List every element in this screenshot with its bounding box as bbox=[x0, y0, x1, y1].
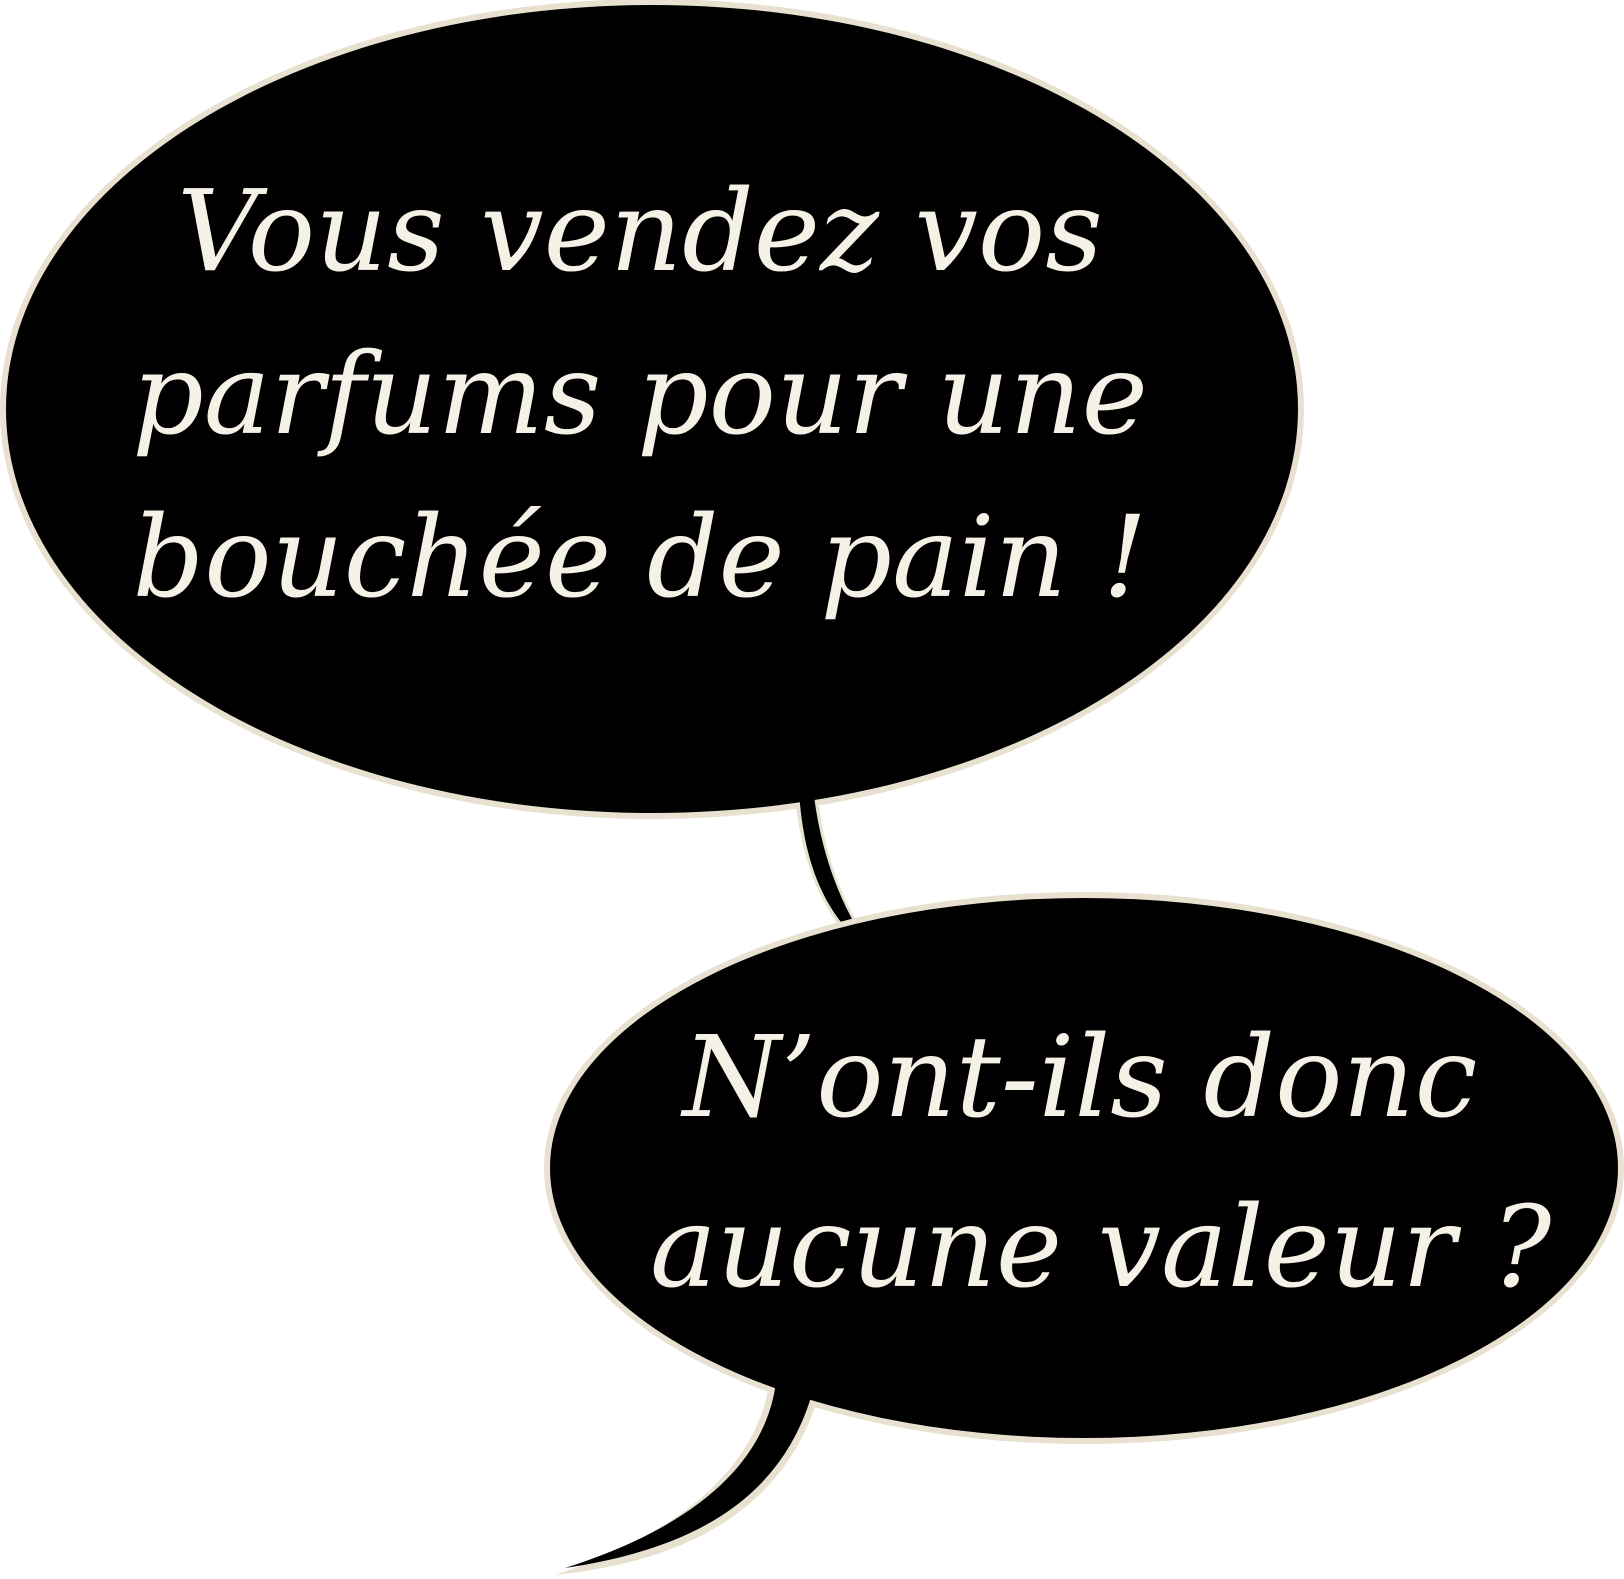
top-bubble-line-2: parfums pour une bbox=[132, 330, 1148, 460]
bottom-bubble-text: N’ont-ils donc aucune valeur ? bbox=[650, 1013, 1552, 1313]
top-bubble-line-1: Vous vendez vos bbox=[177, 167, 1103, 297]
top-bubble-text: Vous vendez vos parfums pour une bouchée… bbox=[130, 176, 1150, 614]
bottom-bubble-line-2: aucune valeur ? bbox=[650, 1183, 1552, 1313]
bottom-bubble-line-1: N’ont-ils donc bbox=[682, 1013, 1478, 1143]
top-bubble-line-3: bouchée de pain ! bbox=[132, 493, 1148, 623]
